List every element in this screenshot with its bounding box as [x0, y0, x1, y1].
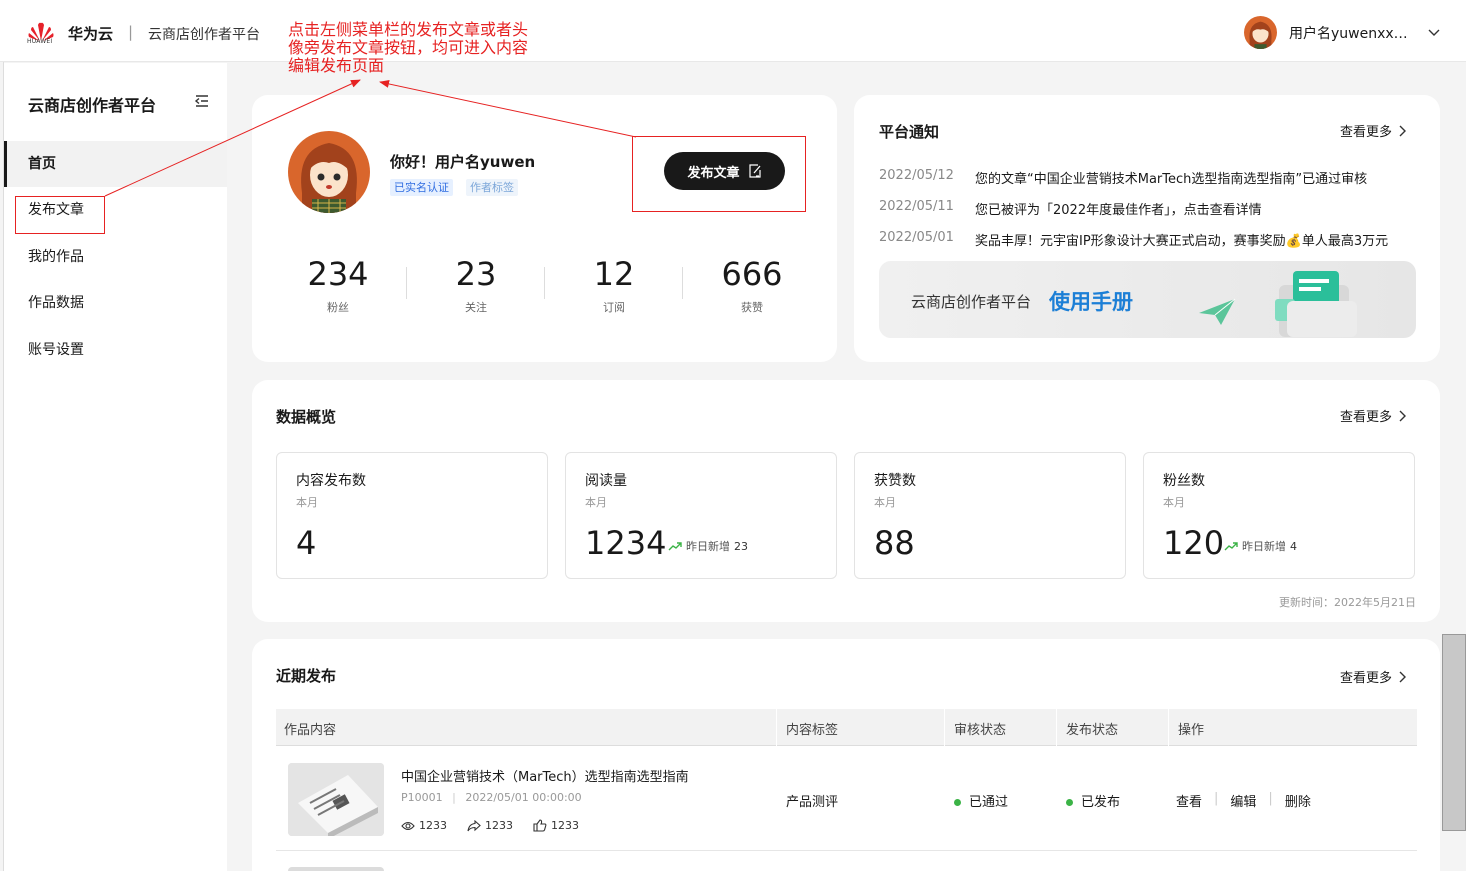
annotation-arrows: [104, 79, 637, 197]
annotation-arrow-button: [379, 79, 637, 138]
annotation-arrow-sidebar: [104, 79, 361, 197]
scrollbar-thumb[interactable]: [1442, 634, 1466, 831]
